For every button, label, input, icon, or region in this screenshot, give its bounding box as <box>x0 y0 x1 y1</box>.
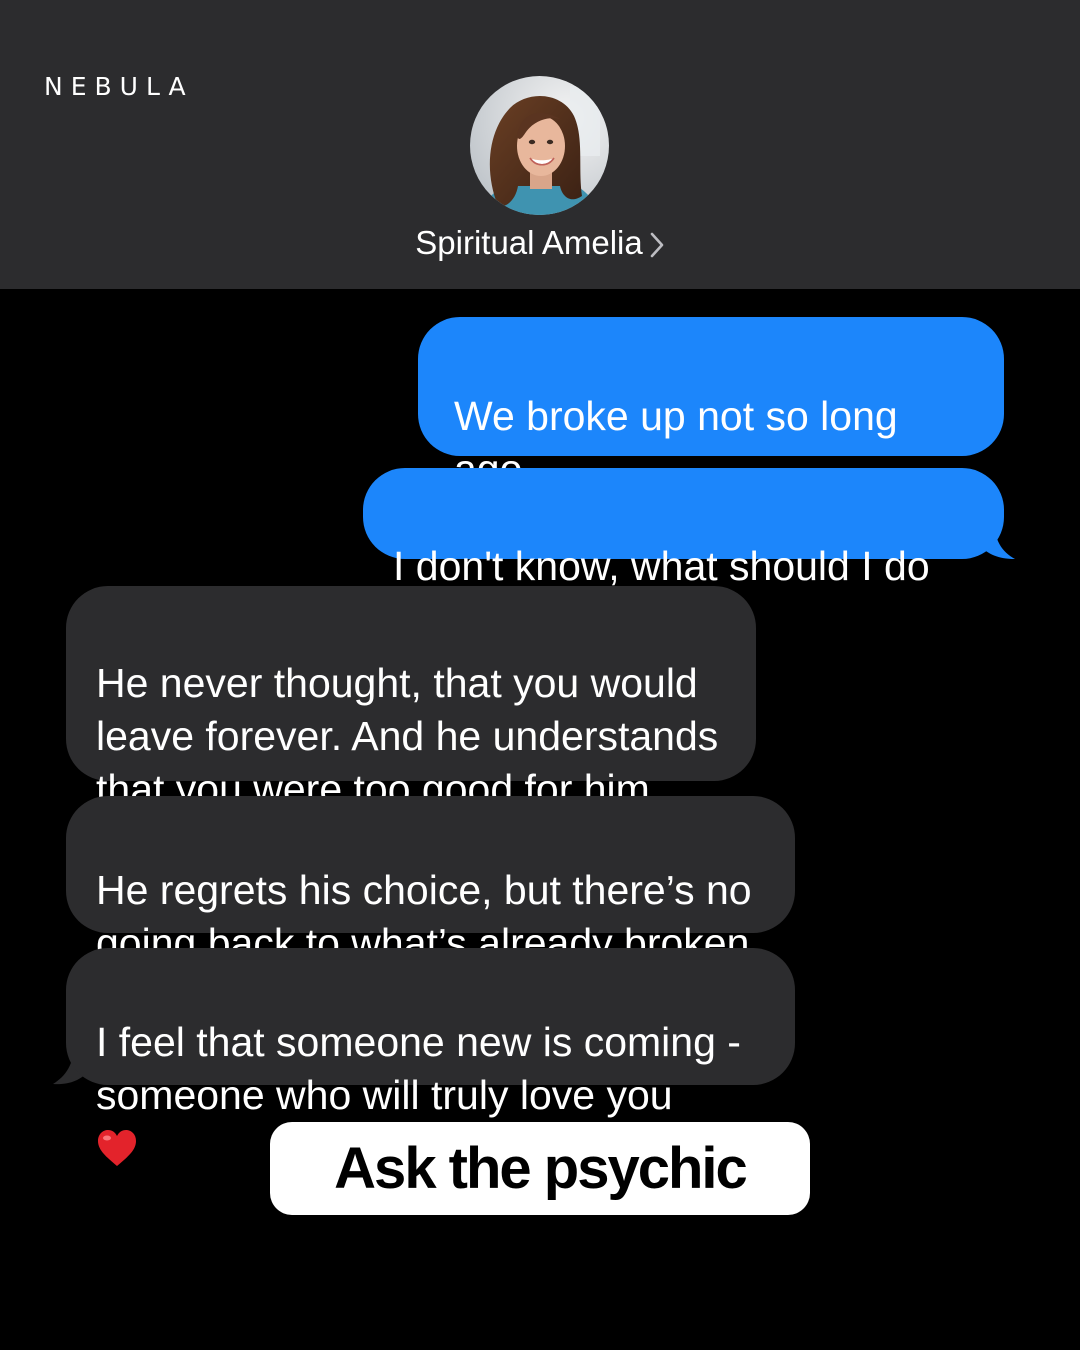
brand-name: NEBULA <box>44 72 194 101</box>
incoming-message[interactable]: I feel that someone new is coming - some… <box>66 948 795 1166</box>
avatar-photo-icon <box>470 76 609 215</box>
message-text: I feel that someone new is coming - some… <box>96 1019 741 1118</box>
avatar[interactable] <box>470 76 609 215</box>
message-text: I don't know, what should I do <box>393 543 930 589</box>
red-heart-icon <box>98 1130 136 1166</box>
brand-logo: NEBULA <box>44 72 194 101</box>
ask-psychic-label: Ask the psychic <box>334 1136 748 1201</box>
contact-row[interactable]: Spiritual Amelia <box>0 224 1080 262</box>
incoming-message[interactable]: He never thought, that you would leave f… <box>66 586 756 812</box>
outgoing-message[interactable]: We broke up not so long ago, but now he … <box>418 317 1004 545</box>
outgoing-message[interactable]: I don't know, what should I do <box>363 468 1004 637</box>
ask-psychic-button[interactable]: Ask the psychic <box>270 1122 810 1215</box>
chevron-right-icon[interactable] <box>649 231 665 259</box>
ad-page: NEBULA Spiritual Amelia We broke up not … <box>0 0 1080 1350</box>
message-text: He never thought, that you would leave f… <box>96 660 719 812</box>
contact-name[interactable]: Spiritual Amelia <box>415 224 642 262</box>
incoming-message[interactable]: He regrets his choice, but there’s no go… <box>66 796 795 966</box>
chat-header: NEBULA Spiritual Amelia <box>0 0 1080 289</box>
